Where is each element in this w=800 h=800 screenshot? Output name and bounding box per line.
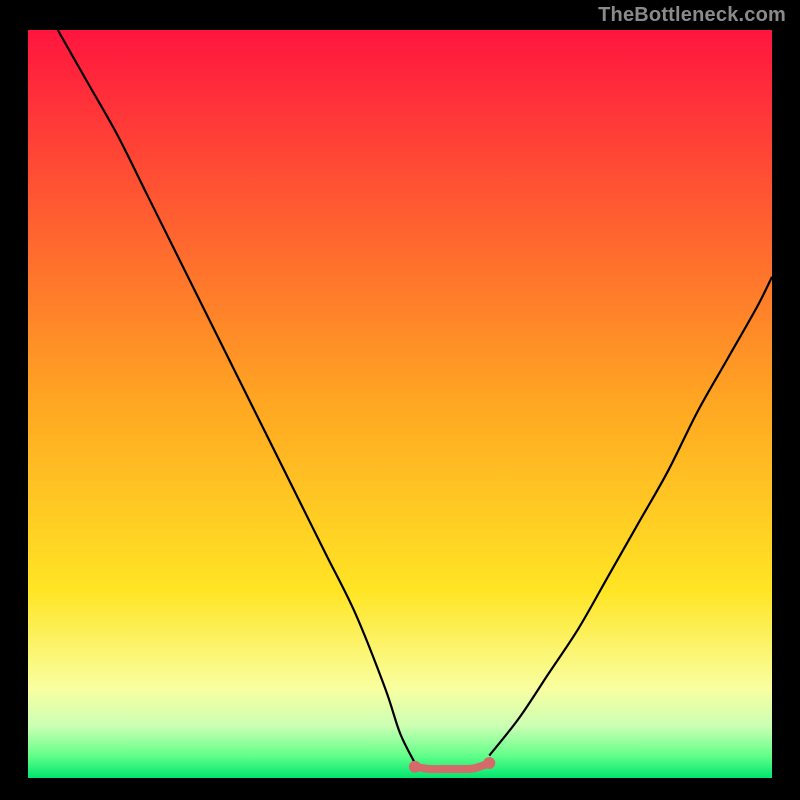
- watermark-text: TheBottleneck.com: [598, 4, 786, 27]
- floor-dot-right: [483, 757, 495, 769]
- floor-dot-left: [409, 761, 421, 773]
- gradient-background: [28, 30, 772, 778]
- plot-area: [28, 30, 772, 778]
- bottleneck-chart: [0, 0, 800, 800]
